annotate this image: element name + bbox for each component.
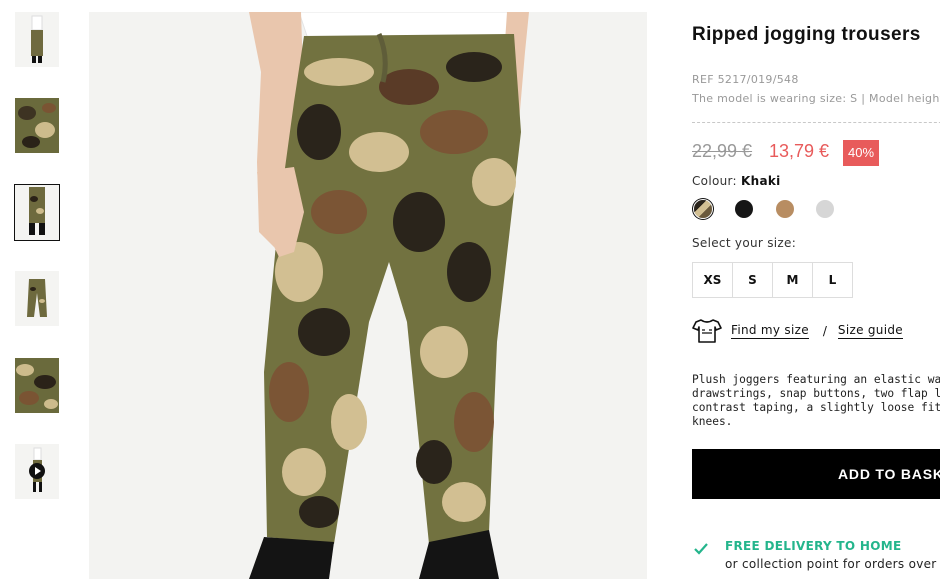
tshirt-icon	[692, 319, 722, 343]
check-icon	[694, 543, 708, 555]
size-l-button[interactable]: L	[812, 262, 853, 298]
divider	[692, 122, 940, 123]
model-size-info: The model is wearing size: S | Model hei…	[692, 92, 940, 105]
description-line: drawstrings, snap buttons, two flap leg …	[692, 387, 940, 400]
main-product-image[interactable]	[89, 12, 647, 579]
size-selector: XS S M L	[692, 262, 853, 298]
discount-badge: 40%	[843, 140, 880, 166]
delivery-subtitle: or collection point for orders over €	[725, 557, 940, 571]
colour-label: Colour: Khaki	[692, 174, 781, 188]
swatch-black[interactable]	[735, 200, 753, 218]
thumbnail-2[interactable]	[15, 98, 59, 153]
add-to-basket-button[interactable]: ADD TO BASKET	[692, 449, 940, 499]
play-icon	[29, 463, 45, 479]
swatch-khaki[interactable]	[694, 200, 712, 218]
find-my-size-link[interactable]: Find my size	[731, 323, 809, 339]
description-line: knees.	[692, 415, 733, 428]
product-reference: REF 5217/019/548	[692, 73, 799, 86]
size-m-button[interactable]: M	[772, 262, 813, 298]
thumbnail-6-video[interactable]	[15, 444, 59, 499]
description-line: Plush joggers featuring an elastic waist…	[692, 373, 940, 386]
thumbnail-5[interactable]	[15, 358, 59, 413]
thumbnail-4[interactable]	[15, 271, 59, 326]
selected-colour-name: Khaki	[741, 174, 781, 188]
size-guide-link[interactable]: Size guide	[837, 323, 903, 339]
colour-swatches	[692, 200, 852, 220]
description-line: contrast taping, a slightly loose fit, e…	[692, 401, 940, 414]
size-xs-button[interactable]: XS	[692, 262, 733, 298]
link-separator: /	[822, 324, 827, 338]
product-title: Ripped jogging trousers	[692, 24, 921, 45]
product-description: Plush joggers featuring an elastic waist…	[692, 373, 940, 429]
sale-price: 13,79 €	[769, 141, 830, 161]
thumbnail-1[interactable]	[15, 12, 59, 67]
size-s-button[interactable]: S	[732, 262, 773, 298]
swatch-grey[interactable]	[816, 200, 834, 218]
delivery-info: FREE DELIVERY TO HOME or collection poin…	[692, 536, 940, 576]
product-info-panel: Ripped jogging trousers REF 5217/019/548…	[692, 0, 940, 579]
size-help-row: Find my size / Size guide	[692, 318, 903, 344]
delivery-title: FREE DELIVERY TO HOME	[725, 539, 902, 553]
original-price: 22,99 €	[692, 141, 753, 161]
size-label: Select your size:	[692, 236, 797, 250]
swatch-beige[interactable]	[776, 200, 794, 218]
thumbnail-3[interactable]	[14, 184, 60, 241]
